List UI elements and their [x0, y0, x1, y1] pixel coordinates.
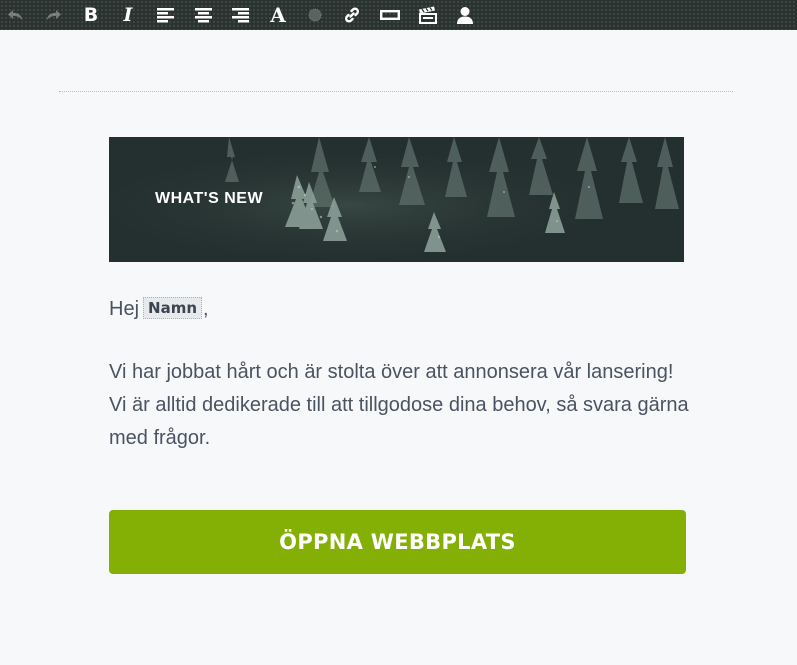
color-dot-icon[interactable] — [302, 2, 328, 28]
whats-new-banner-image[interactable]: WHAT'S NEW — [109, 137, 684, 262]
clapperboard-icon[interactable] — [415, 2, 441, 28]
banner-title: WHAT'S NEW — [155, 190, 264, 207]
dotted-divider — [59, 91, 733, 92]
button-rectangle-icon[interactable] — [377, 2, 403, 28]
name-merge-tag[interactable]: Namn — [143, 297, 202, 319]
undo-icon[interactable] — [3, 2, 29, 28]
greeting-suffix: , — [203, 298, 209, 320]
greeting-prefix: Hej — [109, 298, 140, 320]
align-right-icon[interactable] — [227, 2, 253, 28]
open-website-button[interactable]: ÖPPNA WEBBPLATS — [109, 510, 686, 574]
italic-icon[interactable]: I — [115, 2, 141, 28]
align-center-icon[interactable] — [190, 2, 216, 28]
link-icon[interactable] — [339, 2, 365, 28]
email-canvas: WHAT'S NEW Hej Namn, Vi har jobbat hårt o… — [0, 30, 797, 665]
person-icon[interactable] — [452, 2, 478, 28]
font-icon[interactable]: A — [265, 2, 291, 28]
align-left-icon[interactable] — [152, 2, 178, 28]
editor-toolbar: B I A — [0, 0, 797, 30]
body-paragraph[interactable]: Vi har jobbat hårt och är stolta över at… — [109, 356, 689, 455]
bold-glyph: B — [83, 3, 99, 26]
italic-glyph: I — [123, 3, 133, 26]
redo-icon[interactable] — [40, 2, 66, 28]
greeting-line[interactable]: Hej Namn, — [109, 297, 209, 321]
bold-icon[interactable]: B — [78, 2, 104, 28]
font-glyph: A — [270, 3, 286, 27]
